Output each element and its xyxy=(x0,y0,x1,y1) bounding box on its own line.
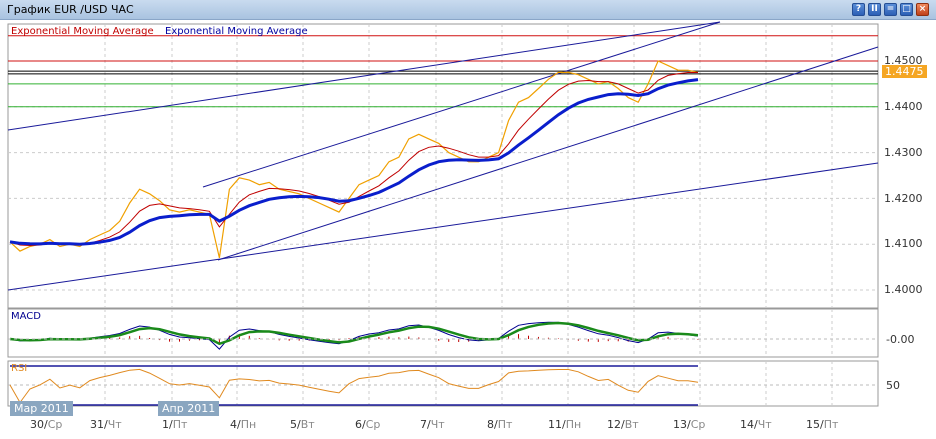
date-weekday: Ср xyxy=(690,418,706,431)
date-day: 1/ xyxy=(162,418,173,431)
date-label: 31/Чт xyxy=(90,418,122,431)
date-day: 14/ xyxy=(740,418,758,431)
date-day: 8/ xyxy=(487,418,498,431)
date-label: 15/Пт xyxy=(806,418,838,431)
date-label: 14/Чт xyxy=(740,418,772,431)
date-day: 30/ xyxy=(30,418,48,431)
current-price-tag: 1.4475 xyxy=(882,65,927,78)
date-day: 4/ xyxy=(230,418,241,431)
date-label: 13/Ср xyxy=(673,418,705,431)
date-label: 30/Ср xyxy=(30,418,62,431)
date-weekday: Вт xyxy=(624,418,639,431)
date-day: 15/ xyxy=(806,418,824,431)
date-label: 11/Пн xyxy=(548,418,581,431)
date-day: 7/ xyxy=(420,418,431,431)
date-day: 31/ xyxy=(90,418,108,431)
date-label: 8/Пт xyxy=(487,418,512,431)
price-tick: 1.4000 xyxy=(884,283,923,296)
date-day: 12/ xyxy=(607,418,625,431)
date-day: 6/ xyxy=(355,418,366,431)
date-weekday: Чт xyxy=(430,418,445,431)
date-weekday: Чт xyxy=(757,418,772,431)
price-tick: 1.4200 xyxy=(884,192,923,205)
main-panel xyxy=(7,23,879,309)
date-weekday: Ср xyxy=(365,418,381,431)
price-tick: 1.4300 xyxy=(884,146,923,159)
date-weekday: Ср xyxy=(47,418,63,431)
date-label: 4/Пн xyxy=(230,418,256,431)
rsi-tick: 50 xyxy=(886,379,900,392)
date-label: 6/Ср xyxy=(355,418,380,431)
date-label: 1/Пт xyxy=(162,418,187,431)
month-label: Мар 2011 xyxy=(10,401,73,416)
macd-panel xyxy=(7,308,879,358)
date-weekday: Пт xyxy=(497,418,513,431)
price-tick: 1.4100 xyxy=(884,237,923,250)
legend-ema-2: Exponential Moving Average xyxy=(165,26,308,37)
macd-label: MACD xyxy=(11,311,41,322)
date-weekday: Пт xyxy=(823,418,839,431)
date-day: 5/ xyxy=(290,418,301,431)
date-weekday: Пт xyxy=(172,418,188,431)
rsi-panel xyxy=(7,360,879,407)
macd-tick: -0.00 xyxy=(886,333,915,346)
rsi-label: RSI xyxy=(11,363,28,374)
date-weekday: Чт xyxy=(107,418,122,431)
date-weekday: Пн xyxy=(565,418,582,431)
date-label: 12/Вт xyxy=(607,418,639,431)
date-weekday: Вт xyxy=(300,418,315,431)
date-day: 13/ xyxy=(673,418,691,431)
legend-ema-1: Exponential Moving Average xyxy=(11,26,154,37)
date-weekday: Пн xyxy=(240,418,257,431)
month-label: Апр 2011 xyxy=(158,401,220,416)
chart-canvas[interactable] xyxy=(0,0,936,439)
price-tick: 1.4400 xyxy=(884,100,923,113)
date-label: 7/Чт xyxy=(420,418,445,431)
date-label: 5/Вт xyxy=(290,418,315,431)
date-day: 11/ xyxy=(548,418,566,431)
